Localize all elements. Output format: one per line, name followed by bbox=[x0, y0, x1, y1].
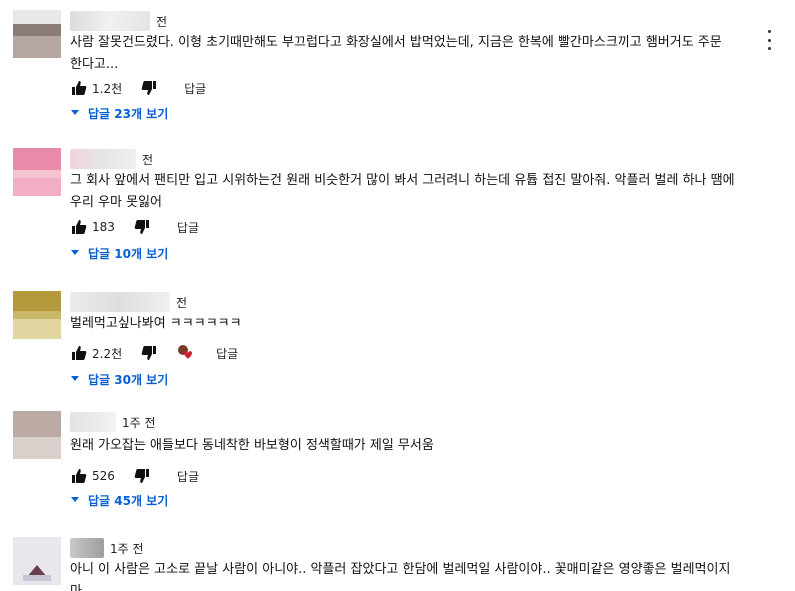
avatar-image bbox=[13, 411, 61, 459]
thumbs-up-icon[interactable] bbox=[70, 79, 88, 97]
comments-section: 전 사람 잘못건드렸다. 이형 초기때만해도 부끄럽다고 화장실에서 밥먹었는데… bbox=[0, 0, 795, 591]
view-replies-label: 답글 30개 보기 bbox=[88, 372, 169, 387]
comment-thread: 1주 전 아니 이 사람은 고소로 끝날 사람이 아니야.. 악플러 잡았다고 … bbox=[0, 537, 795, 591]
author-name-blurred[interactable] bbox=[70, 538, 104, 558]
comment-text: 아니 이 사람은 고소로 끝날 사람이 아니야.. 악플러 잡았다고 한담에 벌… bbox=[70, 562, 731, 591]
comment-time: 1주 전 bbox=[122, 415, 156, 430]
caret-down-icon bbox=[71, 376, 79, 381]
view-replies-button[interactable]: 답글 23개 보기 bbox=[70, 102, 168, 124]
thumbs-up-icon[interactable] bbox=[70, 344, 88, 362]
comment-header: 1주 전 bbox=[70, 537, 144, 559]
view-replies-button[interactable]: 답글 30개 보기 bbox=[70, 368, 168, 390]
comment-time: 전 bbox=[156, 14, 168, 29]
avatar[interactable] bbox=[13, 537, 61, 585]
avatar[interactable] bbox=[13, 10, 61, 58]
comment-time: 전 bbox=[176, 295, 188, 310]
avatar-image bbox=[13, 10, 61, 58]
comment-thread: 1주 전 원래 가오잡는 애들보다 동네착한 바보형이 정색할때가 제일 무서움… bbox=[0, 411, 795, 511]
comment-thread: 전 그 회사 앞에서 팬티만 입고 시위하는건 원래 비슷한거 많이 봐서 그러… bbox=[0, 148, 795, 263]
view-replies-label: 답글 23개 보기 bbox=[88, 106, 169, 121]
author-name-blurred[interactable] bbox=[70, 412, 116, 432]
reply-button[interactable]: 답글 bbox=[216, 345, 238, 362]
comment-actions: 183 답글 bbox=[70, 216, 199, 238]
caret-down-icon bbox=[71, 497, 79, 502]
reply-button[interactable]: 답글 bbox=[177, 468, 199, 485]
comment-text: 사람 잘못건드렸다. 이형 초기때만해도 부끄럽다고 화장실에서 밥먹었는데, … bbox=[70, 35, 722, 72]
more-vert-icon[interactable] bbox=[761, 30, 777, 50]
like-count: 526 bbox=[92, 469, 115, 483]
author-name-blurred[interactable] bbox=[70, 149, 136, 169]
view-replies-label: 답글 10개 보기 bbox=[88, 246, 169, 261]
thumbs-down-icon[interactable] bbox=[140, 79, 158, 97]
comment-actions: 526 답글 bbox=[70, 465, 199, 487]
thumbs-down-icon[interactable] bbox=[140, 344, 158, 362]
like-count: 183 bbox=[92, 220, 115, 234]
like-count: 2.2천 bbox=[92, 346, 123, 361]
comment-text: 그 회사 앞에서 팬티만 입고 시위하는건 원래 비슷한거 많이 봐서 그러려니… bbox=[70, 173, 735, 210]
comment-thread: 전 사람 잘못건드렸다. 이형 초기때만해도 부끄럽다고 화장실에서 밥먹었는데… bbox=[0, 10, 795, 125]
avatar-image bbox=[13, 148, 61, 196]
comment-header: 전 bbox=[70, 10, 167, 32]
avatar[interactable] bbox=[13, 411, 61, 459]
view-replies-label: 답글 45개 보기 bbox=[88, 493, 169, 508]
thumbs-down-icon[interactable] bbox=[133, 467, 151, 485]
comment-thread: 전 벌레먹고싶나봐여 ㅋㅋㅋㅋㅋㅋ 2.2천 답글 답글 30개 보기 bbox=[0, 291, 795, 391]
creator-heart-icon bbox=[176, 344, 196, 362]
comment-actions: 2.2천 답글 bbox=[70, 342, 238, 364]
avatar-image bbox=[13, 537, 61, 585]
comment-header: 1주 전 bbox=[70, 411, 156, 433]
avatar[interactable] bbox=[13, 148, 61, 196]
thumbs-up-icon[interactable] bbox=[70, 218, 88, 236]
view-replies-button[interactable]: 답글 10개 보기 bbox=[70, 242, 168, 264]
like-count: 1.2천 bbox=[92, 81, 123, 96]
reply-button[interactable]: 답글 bbox=[184, 80, 206, 97]
author-name-blurred[interactable] bbox=[70, 292, 170, 312]
comment-time: 전 bbox=[142, 152, 154, 167]
reply-button[interactable]: 답글 bbox=[177, 219, 199, 236]
comment-header: 전 bbox=[70, 148, 153, 170]
comment-text: 원래 가오잡는 애들보다 동네착한 바보형이 정색할때가 제일 무서움 bbox=[70, 438, 434, 453]
comment-text: 벌레먹고싶나봐여 ㅋㅋㅋㅋㅋㅋ bbox=[70, 316, 242, 331]
thumbs-up-icon[interactable] bbox=[70, 467, 88, 485]
comment-time: 1주 전 bbox=[110, 541, 144, 556]
avatar-image bbox=[13, 291, 61, 339]
thumbs-down-icon[interactable] bbox=[133, 218, 151, 236]
author-name-blurred[interactable] bbox=[70, 11, 150, 31]
comment-header: 전 bbox=[70, 291, 187, 313]
view-replies-button[interactable]: 답글 45개 보기 bbox=[70, 489, 168, 511]
caret-down-icon bbox=[71, 110, 79, 115]
avatar[interactable] bbox=[13, 291, 61, 339]
caret-down-icon bbox=[71, 250, 79, 255]
comment-actions: 1.2천 답글 bbox=[70, 77, 206, 99]
